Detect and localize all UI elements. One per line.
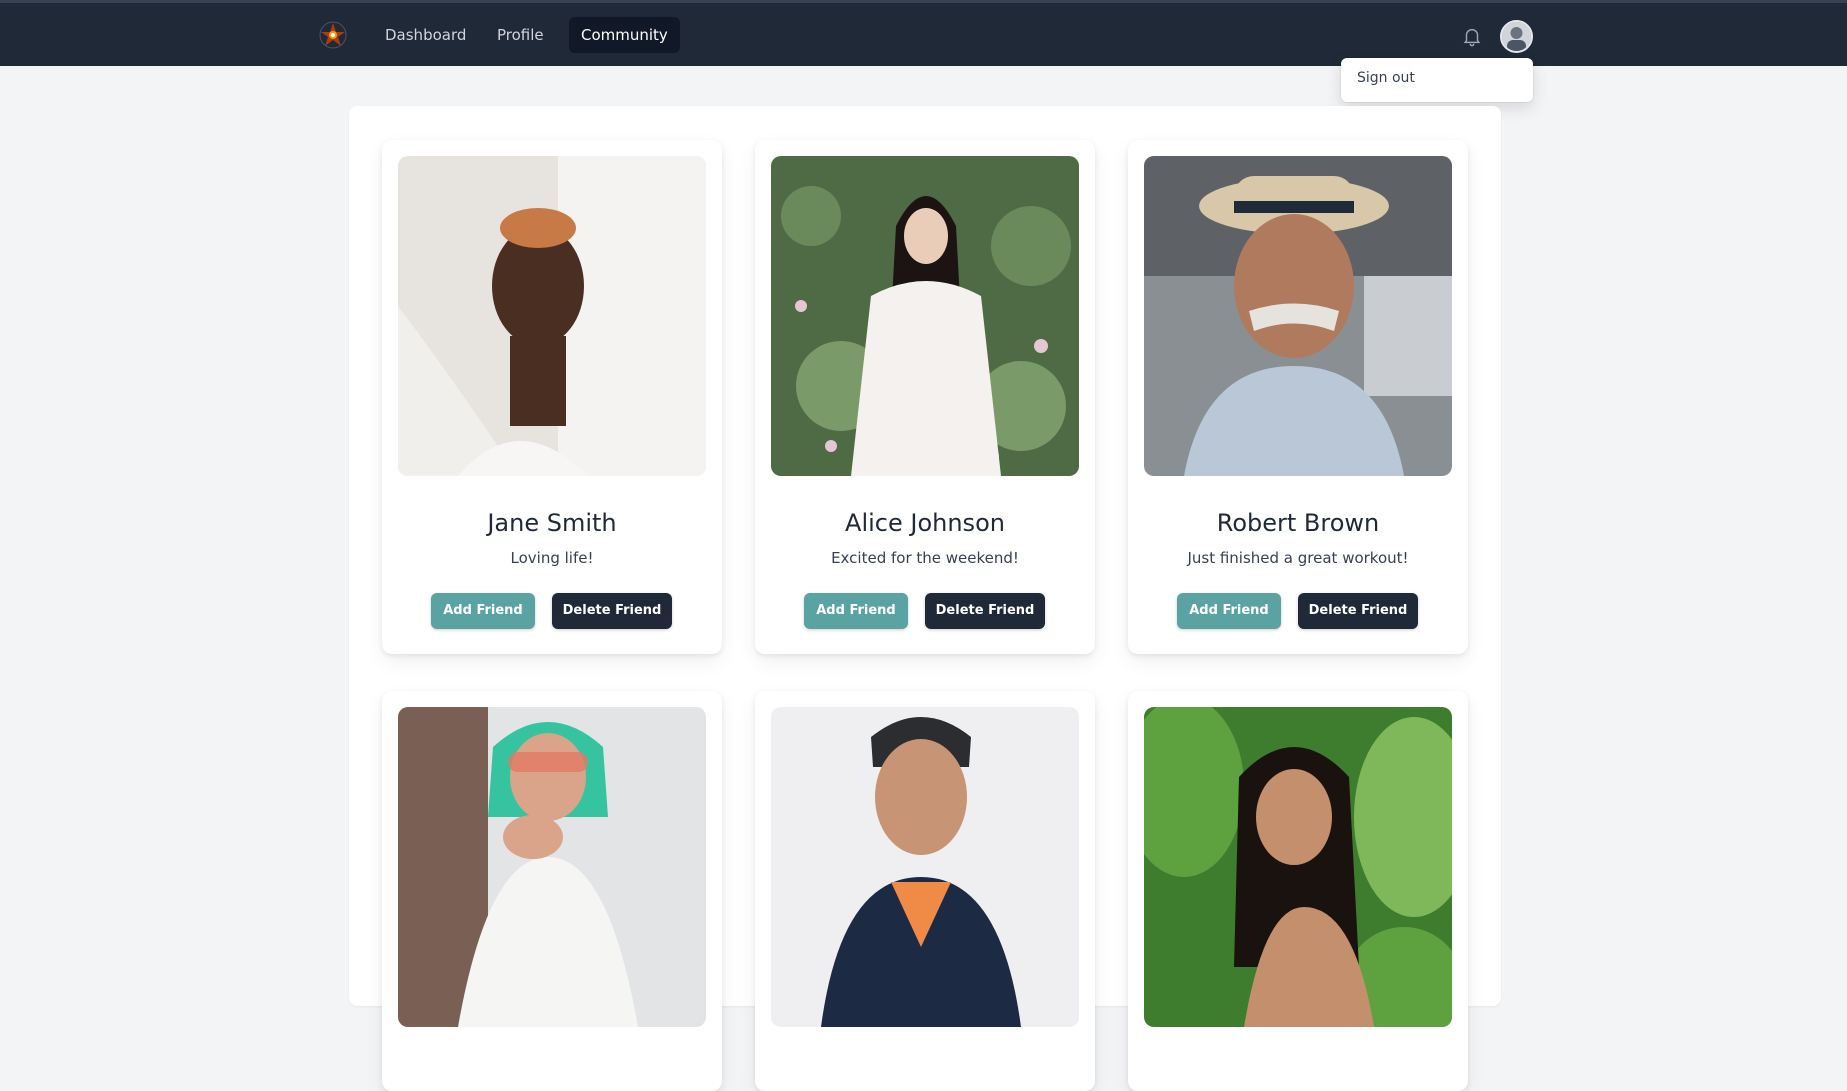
community-panel: Jane Smith Loving life! Add Friend Delet…: [349, 106, 1501, 1091]
add-friend-button[interactable]: Add Friend: [1177, 593, 1281, 629]
profile-photo: [771, 707, 1079, 1027]
delete-friend-button[interactable]: Delete Friend: [925, 593, 1045, 629]
user-avatar[interactable]: [1500, 20, 1533, 53]
nav-community[interactable]: Community: [569, 17, 680, 53]
avatar-image: [1502, 22, 1531, 51]
profile-photo: [771, 156, 1079, 476]
add-friend-button[interactable]: Add Friend: [431, 593, 535, 629]
profile-card: [382, 691, 722, 1091]
profile-name: Alice Johnson: [845, 509, 1005, 537]
profile-status: Loving life!: [510, 549, 594, 567]
nav-dashboard[interactable]: Dashboard: [373, 17, 478, 53]
profile-status: Excited for the weekend!: [831, 549, 1019, 567]
logo-icon[interactable]: [318, 20, 348, 50]
bell-icon[interactable]: [1461, 25, 1483, 47]
nav-profile[interactable]: Profile: [485, 17, 556, 53]
add-friend-button[interactable]: Add Friend: [804, 593, 908, 629]
profile-photo: [398, 156, 706, 476]
profile-name: Robert Brown: [1216, 509, 1380, 537]
delete-friend-button[interactable]: Delete Friend: [552, 593, 672, 629]
delete-friend-button[interactable]: Delete Friend: [1298, 593, 1418, 629]
profile-card: Jane Smith Loving life! Add Friend Delet…: [382, 140, 722, 654]
profile-photo: [398, 707, 706, 1027]
profile-photo: [1144, 707, 1452, 1027]
sign-out-item[interactable]: Sign out: [1357, 70, 1415, 86]
profile-photo: [1144, 156, 1452, 476]
profile-card: Robert Brown Just finished a great worko…: [1128, 140, 1468, 654]
profile-status: Just finished a great workout!: [1187, 549, 1409, 567]
profile-card: Alice Johnson Excited for the weekend! A…: [755, 140, 1095, 654]
user-menu-dropdown: Sign out: [1341, 58, 1533, 102]
profile-card: [755, 691, 1095, 1091]
profile-card: [1128, 691, 1468, 1091]
profile-name: Jane Smith: [487, 509, 617, 537]
top-navbar: Dashboard Profile Community: [0, 0, 1847, 66]
